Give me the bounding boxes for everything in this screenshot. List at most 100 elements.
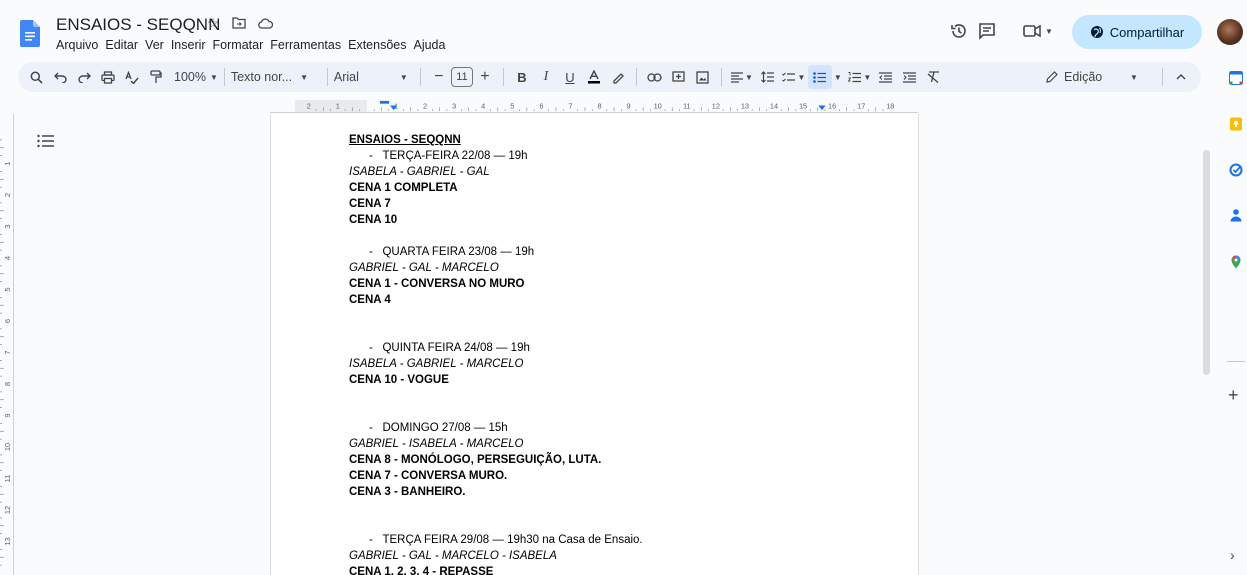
zoom-select[interactable]: 100% ▼ <box>174 65 218 89</box>
chevron-down-icon: ▼ <box>797 72 806 82</box>
scene-line: CENA 7 - CONVERSA MURO. <box>349 470 508 482</box>
ruler-label: 6 <box>539 101 543 110</box>
date-text: TERÇA-FEIRA 22/08 — 19h <box>382 150 528 162</box>
spellcheck-icon[interactable] <box>120 65 144 89</box>
vertical-ruler-ticks: 12345678910111213 <box>0 139 12 566</box>
bullet-dash: - <box>369 534 373 546</box>
undo-icon[interactable] <box>48 65 72 89</box>
bulleted-list-icon[interactable] <box>807 65 832 89</box>
calendar-icon[interactable] <box>1229 71 1243 85</box>
vertical-ruler-label: 5 <box>3 287 12 291</box>
increase-indent-icon[interactable] <box>898 65 922 89</box>
formatting-toolbar: 100% ▼ Texto nor... ▼ Arial ▼ − 11 + B I… <box>18 62 1201 92</box>
title-bar: ENSAIOS - SEQQNN ☆ Arquivo Editar Ver In… <box>0 0 1247 60</box>
redo-icon[interactable] <box>72 65 96 89</box>
ruler-ticks: 21123456789101112131415161718 <box>270 100 918 113</box>
get-addons-plus-icon[interactable]: + <box>1228 385 1239 406</box>
document-outline-icon[interactable] <box>37 134 55 148</box>
document-body[interactable]: ENSAIOS - SEQQNN - TERÇA-FEIRA 22/08 — 1… <box>349 132 889 575</box>
ruler-label: 14 <box>770 101 778 110</box>
cloud-status-icon[interactable] <box>257 15 273 31</box>
align-icon[interactable]: ▼ <box>728 65 756 89</box>
document-page[interactable]: ENSAIOS - SEQQNN - TERÇA-FEIRA 22/08 — 1… <box>270 114 919 575</box>
text-color-icon[interactable] <box>582 65 606 89</box>
docs-logo-icon[interactable] <box>20 20 40 47</box>
bold-icon[interactable]: B <box>510 65 534 89</box>
scene-line: CENA 1 - CONVERSA NO MURO <box>349 278 525 290</box>
menu-ajuda[interactable]: Ajuda <box>413 38 450 52</box>
checklist-icon[interactable]: ▼ <box>780 65 808 89</box>
numbered-list-icon[interactable]: ▼ <box>846 65 874 89</box>
menu-arquivo[interactable]: Arquivo <box>56 38 103 52</box>
scene-line: CENA 4 <box>349 294 391 306</box>
scene-line: CENA 7 <box>349 198 391 210</box>
cast-line: GABRIEL - GAL - MARCELO - ISABELA <box>349 550 557 562</box>
ruler-label: 17 <box>857 101 865 110</box>
ruler-label: 8 <box>597 101 601 110</box>
underline-icon[interactable]: U <box>558 65 582 89</box>
font-select[interactable]: Arial ▼ <box>334 65 414 89</box>
decrease-indent-icon[interactable] <box>874 65 898 89</box>
paragraph-style-value: Texto nor... <box>230 70 293 84</box>
menu-editar[interactable]: Editar <box>105 38 143 52</box>
increase-font-size-icon[interactable]: + <box>473 65 497 89</box>
insert-image-icon[interactable] <box>691 65 715 89</box>
vertical-ruler-label: 11 <box>3 475 12 483</box>
ruler-label: 11 <box>683 101 691 110</box>
vertical-ruler-label: 13 <box>3 537 12 545</box>
vertical-ruler-label: 7 <box>3 350 12 354</box>
editing-mode-value: Edição <box>1064 70 1103 84</box>
star-icon[interactable]: ☆ <box>205 15 221 31</box>
meet-button[interactable]: ▼ <box>1018 20 1058 42</box>
ruler-label: 16 <box>828 101 836 110</box>
menu-formatar[interactable]: Formatar <box>213 38 269 52</box>
font-size-input[interactable]: 11 <box>450 65 473 89</box>
print-icon[interactable] <box>96 65 120 89</box>
italic-icon[interactable]: I <box>534 65 558 89</box>
vertical-ruler-label: 10 <box>3 443 12 451</box>
paragraph-style-select[interactable]: Texto nor... ▼ <box>231 65 321 89</box>
keep-icon[interactable] <box>1229 117 1243 131</box>
hide-menus-chevron-up-icon[interactable] <box>1169 65 1193 89</box>
schedule-date-line: - TERÇA-FEIRA 22/08 — 19h <box>349 148 889 164</box>
share-button[interactable]: Compartilhar <box>1072 15 1202 49</box>
ruler-left-margin <box>294 100 367 112</box>
tasks-icon[interactable] <box>1229 163 1243 177</box>
contacts-icon[interactable] <box>1229 208 1243 222</box>
ruler-label: 9 <box>627 101 631 110</box>
chevron-down-icon: ▼ <box>863 72 872 82</box>
vertical-ruler[interactable]: 1 2 3 4 5 6 7 8 9 10 11 12 13 <box>0 114 14 575</box>
share-label: Compartilhar <box>1109 24 1185 40</box>
heading-line: ENSAIOS - SEQQNN <box>349 134 461 146</box>
comments-icon[interactable] <box>976 20 998 42</box>
show-side-panel-chevron-icon[interactable]: › <box>1230 547 1235 563</box>
paint-format-icon[interactable] <box>144 65 168 89</box>
editing-mode-select[interactable]: Edição ▼ <box>1046 65 1156 89</box>
decrease-font-size-icon[interactable]: − <box>427 65 451 89</box>
insert-link-icon[interactable] <box>643 65 667 89</box>
highlight-icon[interactable] <box>606 65 630 89</box>
avatar[interactable] <box>1217 19 1243 45</box>
horizontal-ruler[interactable]: 21123456789101112131415161718 <box>270 100 918 113</box>
cast-line: ISABELA - GABRIEL - GAL <box>349 166 490 178</box>
version-history-icon[interactable] <box>948 20 970 42</box>
bullet-dash: - <box>369 150 373 162</box>
cast-line: ISABELA - GABRIEL - MARCELO <box>349 358 524 370</box>
chevron-down-icon: ▼ <box>300 72 308 82</box>
clear-formatting-icon[interactable] <box>922 65 946 89</box>
document-title[interactable]: ENSAIOS - SEQQNN <box>56 15 220 35</box>
vertical-scrollbar-thumb[interactable] <box>1203 150 1210 375</box>
first-line-indent-marker[interactable] <box>379 100 390 104</box>
add-comment-icon[interactable] <box>667 65 691 89</box>
menu-extensoes[interactable]: Extensões <box>348 38 411 52</box>
menu-inserir[interactable]: Inserir <box>171 38 211 52</box>
scene-line: CENA 8 - MONÓLOGO, PERSEGUIÇÃO, LUTA. <box>349 454 602 466</box>
menu-ferramentas[interactable]: Ferramentas <box>270 38 346 52</box>
move-folder-icon[interactable] <box>231 15 247 31</box>
menu-ver[interactable]: Ver <box>145 38 169 52</box>
zoom-value: 100% <box>174 70 206 84</box>
maps-icon[interactable] <box>1229 255 1243 269</box>
bullet-options-chevron-icon[interactable]: ▼ <box>834 73 842 82</box>
search-menus-icon[interactable] <box>24 65 48 89</box>
line-spacing-icon[interactable] <box>756 65 780 89</box>
